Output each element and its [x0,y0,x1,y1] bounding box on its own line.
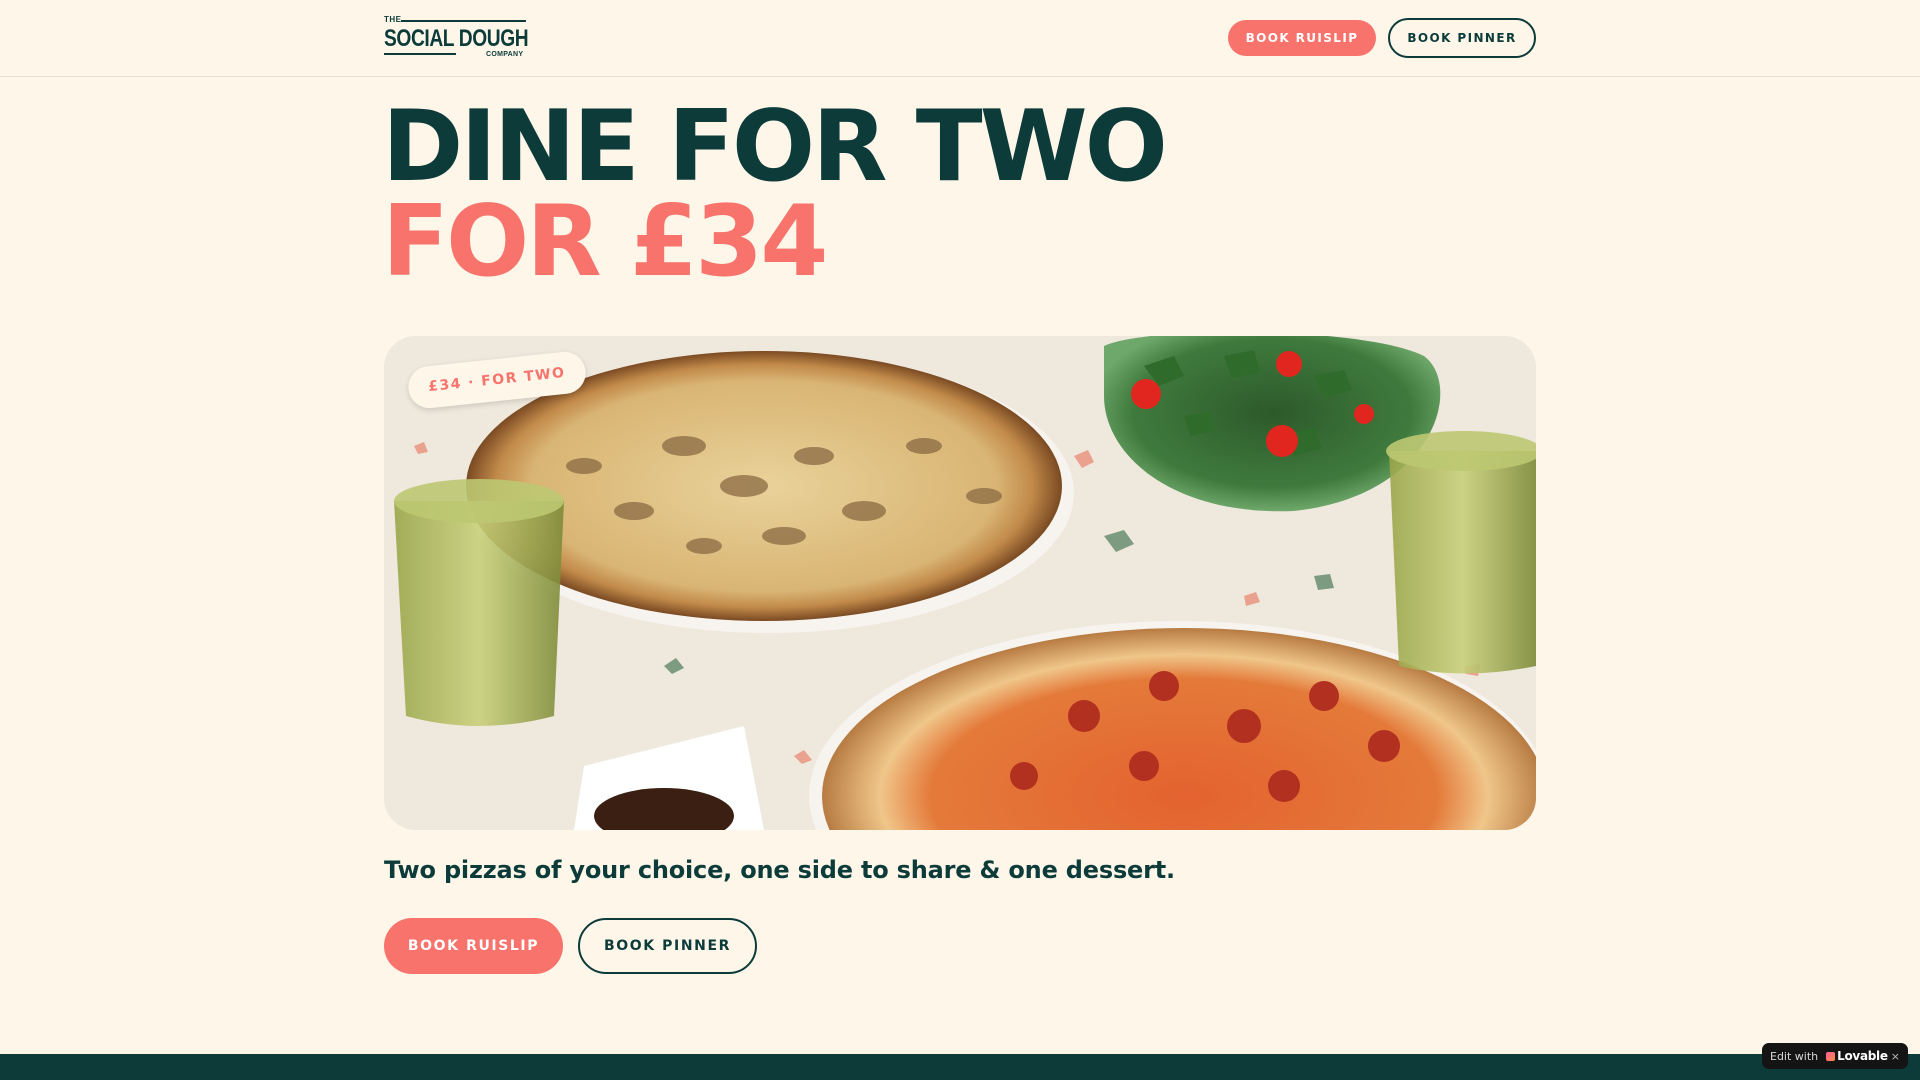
headline-line-1: DINE FOR TWO [382,90,1168,204]
food-photo-illustration [384,336,1536,830]
headline-line-2: FOR £34 [382,185,828,299]
logo-company: COMPANY [486,51,524,58]
lovable-logo-icon [1826,1051,1836,1061]
offer-description: Two pizzas of your choice, one side to s… [384,856,1175,884]
edit-with-lovable-badge[interactable]: Edit with Lovable × [1762,1043,1908,1069]
logo-rule-bottom [384,53,456,55]
site-header: THE SOCIAL DOUGH COMPANY BOOK RUISLIP BO… [0,0,1920,77]
logo-rule-top [401,20,526,22]
book-pinner-button[interactable]: BOOK PINNER [578,918,757,974]
logo-the: THE [384,15,402,24]
book-ruislip-button[interactable]: BOOK RUISLIP [384,918,563,974]
header-book-ruislip-button[interactable]: BOOK RUISLIP [1228,20,1376,56]
logo-name: SOCIAL DOUGH [384,25,529,52]
header-book-pinner-button[interactable]: BOOK PINNER [1388,18,1536,58]
edit-with-label: Edit with [1770,1049,1819,1063]
brand-logo[interactable]: THE SOCIAL DOUGH COMPANY [384,15,529,61]
hero-image: £34 · FOR TWO [384,336,1536,830]
footer-band [0,1054,1920,1080]
close-icon[interactable]: × [1891,1050,1900,1063]
lovable-brand-label: Lovable [1837,1049,1888,1063]
